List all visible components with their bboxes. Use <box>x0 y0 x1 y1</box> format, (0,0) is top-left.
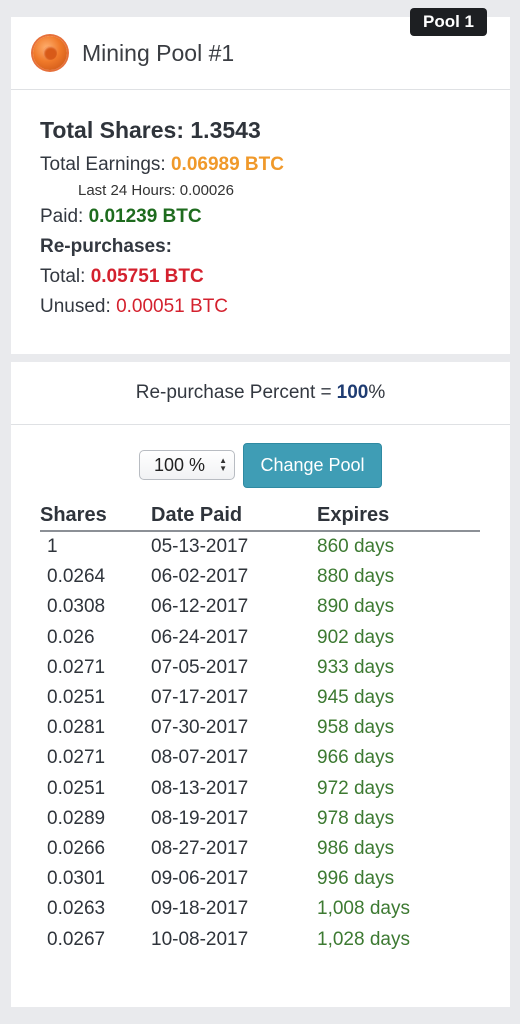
percent-select-value: 100 % <box>154 454 206 475</box>
shares-table-body: 1 05-13-2017 860 days 0.0264 06-02-2017 880 d… <box>40 531 480 955</box>
cell-date-paid: 08-07-2017 <box>151 747 249 769</box>
pool-summary-panel: Mining Pool #1 Total Shares: 1.3543 Tota… <box>11 17 510 354</box>
pool-controls: 100 % ▲ ▼ Change Pool <box>11 425 510 500</box>
cell-shares: 0.0264 <box>47 566 106 588</box>
cell-shares: 0.0301 <box>47 868 106 890</box>
repurchase-unused-label: Unused: <box>40 296 111 317</box>
table-row: 0.0271 08-07-2017 966 days <box>40 743 480 773</box>
cell-shares: 0.0251 <box>47 777 106 799</box>
cell-date-paid: 07-05-2017 <box>151 656 249 678</box>
table-row: 0.0301 09-06-2017 996 days <box>40 864 480 894</box>
cell-date-paid: 06-24-2017 <box>151 626 249 648</box>
cell-expires: 933 days <box>317 656 395 678</box>
mining-coin-icon <box>33 36 67 70</box>
total-earnings-label: Total Earnings: <box>40 154 166 175</box>
table-row: 0.0289 08-19-2017 978 days <box>40 804 480 834</box>
last-24-hours-label: Last 24 Hours: <box>78 182 176 199</box>
cell-expires: 890 days <box>317 596 395 618</box>
cell-shares: 1 <box>47 536 58 558</box>
table-row: 0.0266 08-27-2017 986 days <box>40 834 480 864</box>
total-shares-label: Total Shares: <box>40 117 184 143</box>
repurchase-unused: Unused: 0.00051 BTC <box>40 292 510 322</box>
repurchase-panel: Re-purchase Percent = 100% 100 % ▲ ▼ Chan… <box>11 362 510 1007</box>
table-row: 0.0281 07-30-2017 958 days <box>40 713 480 743</box>
cell-date-paid: 10-08-2017 <box>151 928 249 950</box>
total-earnings: Total Earnings: 0.06989 BTC <box>40 150 510 180</box>
cell-date-paid: 08-19-2017 <box>151 807 249 829</box>
percent-select[interactable]: 100 % ▲ ▼ <box>139 450 235 480</box>
table-row: 0.026 06-24-2017 902 days <box>40 623 480 653</box>
page: Pool 1 Mining Pool #1 Total Shares: 1.35… <box>0 0 520 1024</box>
cell-expires: 860 days <box>317 536 395 558</box>
cell-shares: 0.0308 <box>47 596 106 618</box>
table-row: 0.0251 07-17-2017 945 days <box>40 683 480 713</box>
cell-expires: 966 days <box>317 747 395 769</box>
cell-shares: 0.0251 <box>47 687 106 709</box>
paid: Paid: 0.01239 BTC <box>40 202 510 232</box>
cell-shares: 0.0289 <box>47 807 106 829</box>
repurchase-total-value: 0.05751 BTC <box>90 266 204 287</box>
pool-badge: Pool 1 <box>410 8 487 36</box>
cell-expires: 986 days <box>317 837 395 859</box>
table-row: 0.0251 08-13-2017 972 days <box>40 774 480 804</box>
select-arrows-icon: ▲ ▼ <box>219 456 227 473</box>
change-pool-button[interactable]: Change Pool <box>243 442 382 488</box>
cell-shares: 0.0271 <box>47 747 106 769</box>
cell-expires: 945 days <box>317 687 395 709</box>
repurchase-percent-suffix: % <box>368 382 386 403</box>
cell-shares: 0.0267 <box>47 928 106 950</box>
cell-expires: 1,028 days <box>317 928 410 950</box>
paid-value: 0.01239 BTC <box>88 206 202 227</box>
cell-expires: 996 days <box>317 868 395 890</box>
table-row: 1 05-13-2017 860 days <box>40 531 480 562</box>
repurchase-percent-label: Re-purchase Percent = <box>135 382 332 403</box>
paid-label: Paid: <box>40 206 84 227</box>
cell-date-paid: 06-02-2017 <box>151 566 249 588</box>
cell-shares: 0.0271 <box>47 656 106 678</box>
cell-date-paid: 07-30-2017 <box>151 717 249 739</box>
last-24-hours: Last 24 Hours: 0.00026 <box>40 180 510 202</box>
total-earnings-value: 0.06989 BTC <box>170 154 284 175</box>
repurchase-total: Total: 0.05751 BTC <box>40 262 510 292</box>
cell-shares: 0.026 <box>47 626 95 648</box>
table-row: 0.0308 06-12-2017 890 days <box>40 592 480 622</box>
last-24-hours-value: 0.00026 <box>179 182 234 199</box>
cell-date-paid: 06-12-2017 <box>151 596 249 618</box>
cell-shares: 0.0281 <box>47 717 106 739</box>
table-header-row: Shares Date Paid Expires <box>40 500 480 532</box>
cell-date-paid: 08-27-2017 <box>151 837 249 859</box>
header-date-paid: Date Paid <box>151 500 317 532</box>
table-row: 0.0264 06-02-2017 880 days <box>40 562 480 592</box>
table-row: 0.0271 07-05-2017 933 days <box>40 653 480 683</box>
repurchase-percent-value: 100 <box>336 382 369 403</box>
repurchase-percent: Re-purchase Percent = 100% <box>11 362 510 425</box>
cell-date-paid: 09-06-2017 <box>151 868 249 890</box>
cell-expires: 972 days <box>317 777 395 799</box>
pool-title: Mining Pool #1 <box>82 39 235 66</box>
cell-shares: 0.0266 <box>47 837 106 859</box>
cell-date-paid: 07-17-2017 <box>151 687 249 709</box>
repurchase-unused-value: 0.00051 BTC <box>116 296 229 317</box>
cell-expires: 1,008 days <box>317 898 410 920</box>
header-shares: Shares <box>40 500 151 532</box>
repurchases-heading: Re-purchases: <box>40 236 172 257</box>
cell-expires: 902 days <box>317 626 395 648</box>
cell-expires: 880 days <box>317 566 395 588</box>
table-row: 0.0263 09-18-2017 1,008 days <box>40 894 480 924</box>
cell-shares: 0.0263 <box>47 898 106 920</box>
table-row: 0.0267 10-08-2017 1,028 days <box>40 924 480 954</box>
shares-table: Shares Date Paid Expires 1 05-13-2017 860 … <box>40 500 480 955</box>
total-shares-value: 1.3543 <box>190 117 261 143</box>
header-expires: Expires <box>317 500 480 532</box>
pool-stats: Total Shares: 1.3543 Total Earnings: 0.0… <box>11 90 510 322</box>
cell-date-paid: 09-18-2017 <box>151 898 249 920</box>
cell-date-paid: 08-13-2017 <box>151 777 249 799</box>
repurchase-total-label: Total: <box>40 266 86 287</box>
cell-expires: 958 days <box>317 717 395 739</box>
cell-date-paid: 05-13-2017 <box>151 536 249 558</box>
cell-expires: 978 days <box>317 807 395 829</box>
total-shares: Total Shares: 1.3543 <box>40 117 510 144</box>
